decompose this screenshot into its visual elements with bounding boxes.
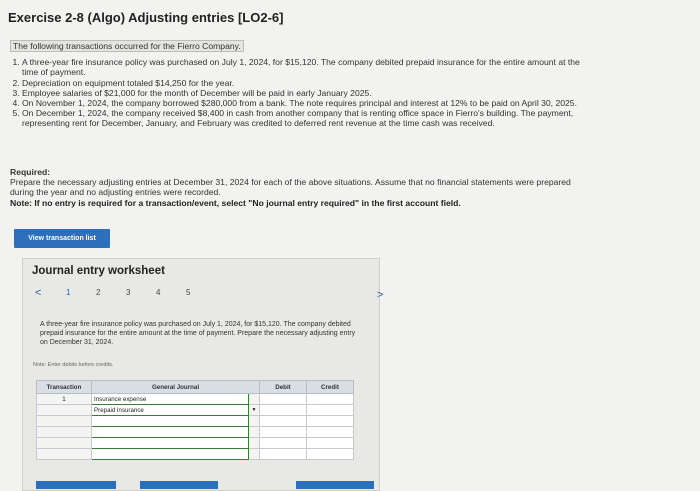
debit-input[interactable] [259, 393, 307, 405]
chevron-down-icon[interactable] [248, 393, 260, 405]
col-header-general-journal: General Journal [91, 380, 260, 394]
page-tab-1[interactable]: 1 [66, 288, 70, 297]
transaction-cell [36, 404, 92, 416]
debit-input[interactable] [259, 404, 307, 416]
account-select[interactable] [91, 415, 249, 427]
record-entry-button[interactable] [36, 481, 116, 489]
debit-input[interactable] [259, 415, 307, 427]
debit-input[interactable] [259, 426, 307, 438]
page-tab-2[interactable]: 2 [96, 288, 100, 297]
transaction-cell [36, 448, 92, 460]
transaction-cell [36, 415, 92, 427]
credit-input[interactable] [306, 448, 354, 460]
chevron-down-icon[interactable] [248, 415, 260, 427]
credit-input[interactable] [306, 426, 354, 438]
table-header-row: Transaction General Journal Debit Credit [36, 380, 354, 394]
transaction-cell: 1 [36, 393, 92, 405]
transaction-item: On November 1, 2024, the company borrowe… [22, 98, 582, 108]
table-row [36, 437, 354, 449]
view-general-journal-button[interactable] [296, 481, 374, 489]
table-row [36, 448, 354, 460]
page-tab-3[interactable]: 3 [126, 288, 130, 297]
debit-input[interactable] [259, 437, 307, 449]
chevron-right-icon[interactable]: > [377, 289, 383, 301]
col-header-transaction: Transaction [36, 380, 92, 394]
required-section: Required: Prepare the necessary adjustin… [10, 167, 582, 208]
chevron-down-icon[interactable] [248, 448, 260, 460]
chevron-left-icon[interactable]: < [35, 287, 41, 299]
account-select[interactable]: Insurance expense [91, 393, 249, 405]
credit-input[interactable] [306, 393, 354, 405]
table-row: Prepaid insurance ▼ [36, 404, 354, 416]
account-select[interactable] [91, 448, 249, 460]
debit-input[interactable] [259, 448, 307, 460]
transaction-cell [36, 437, 92, 449]
required-label: Required: [10, 167, 51, 177]
table-row: 1 Insurance expense [36, 393, 354, 405]
transaction-cell [36, 426, 92, 438]
account-select[interactable]: Prepaid insurance [91, 404, 249, 416]
chevron-down-icon[interactable]: ▼ [248, 404, 260, 416]
transaction-item: Depreciation on equipment totaled $14,25… [22, 78, 582, 88]
worksheet-title: Journal entry worksheet [32, 265, 165, 277]
required-text: Prepare the necessary adjusting entries … [10, 177, 571, 198]
account-select[interactable] [91, 426, 249, 438]
credit-input[interactable] [306, 415, 354, 427]
page-tab-4[interactable]: 4 [156, 288, 160, 297]
transaction-item: A three-year fire insurance policy was p… [22, 57, 582, 77]
transaction-item: Employee salaries of $21,000 for the mon… [22, 88, 582, 98]
worksheet-description: A three-year fire insurance policy was p… [40, 321, 356, 346]
page-tab-5[interactable]: 5 [186, 288, 190, 297]
chevron-down-icon[interactable] [248, 426, 260, 438]
table-row [36, 415, 354, 427]
question-text: The following transactions occurred for … [10, 40, 582, 129]
credit-input[interactable] [306, 404, 354, 416]
clear-entry-button[interactable] [140, 481, 218, 489]
exercise-title: Exercise 2-8 (Algo) Adjusting entries [L… [8, 10, 284, 25]
view-transaction-list-button[interactable]: View transaction list [14, 229, 110, 248]
account-select[interactable] [91, 437, 249, 449]
table-row [36, 426, 354, 438]
col-header-credit: Credit [306, 380, 354, 394]
chevron-down-icon[interactable] [248, 437, 260, 449]
credit-input[interactable] [306, 437, 354, 449]
enter-debits-note: Note: Enter debits before credits. [33, 362, 114, 368]
journal-table: Transaction General Journal Debit Credit… [36, 380, 354, 460]
intro-text: The following transactions occurred for … [10, 40, 244, 52]
transaction-list: A three-year fire insurance policy was p… [10, 57, 582, 128]
instruction-note: Note: If no entry is required for a tran… [10, 197, 461, 208]
col-header-debit: Debit [259, 380, 307, 394]
transaction-item: On December 1, 2024, the company receive… [22, 108, 582, 128]
